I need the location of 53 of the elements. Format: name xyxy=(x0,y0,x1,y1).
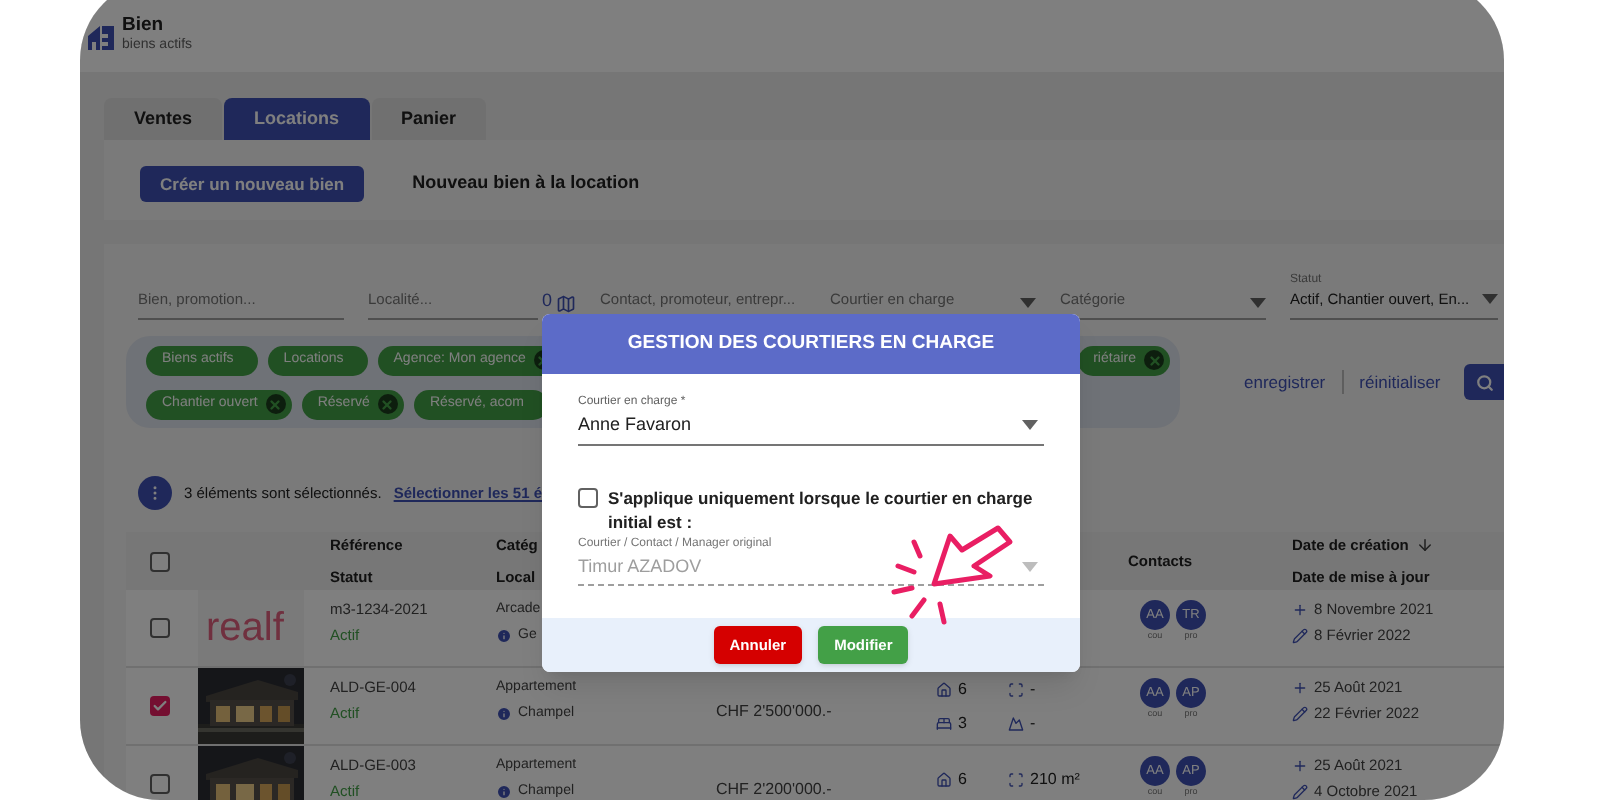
map-count: 0 xyxy=(542,287,553,313)
remove-icon[interactable] xyxy=(1144,350,1164,370)
info-icon[interactable] xyxy=(496,628,512,644)
filter-action-link[interactable]: enregistrer xyxy=(1228,369,1342,395)
caret-icon xyxy=(1022,420,1038,431)
page-title: Bien xyxy=(122,14,166,37)
logo-text: realf xyxy=(204,608,284,648)
feature-value: 6 xyxy=(958,677,967,701)
tab[interactable]: Panier xyxy=(371,98,487,140)
plus-icon xyxy=(1292,602,1308,618)
area-icon xyxy=(1008,681,1024,697)
search-icon xyxy=(1476,373,1495,391)
price-text: CHF 2'200'000.- xyxy=(716,780,832,798)
caret-icon xyxy=(1020,298,1037,308)
checkbox[interactable] xyxy=(150,618,170,638)
checkbox[interactable] xyxy=(150,551,170,571)
area-icon xyxy=(1008,771,1024,787)
pencil-icon xyxy=(1292,628,1308,644)
pencil-icon xyxy=(1292,784,1308,800)
house-icon xyxy=(936,771,952,787)
checkbox[interactable] xyxy=(150,774,170,794)
map-icon[interactable] xyxy=(556,294,577,314)
feature-value: - xyxy=(1030,711,1036,735)
create-button[interactable]: Créer un nouveau bien xyxy=(140,166,365,202)
checkbox[interactable] xyxy=(150,696,170,716)
tab[interactable]: Ventes xyxy=(104,98,223,140)
plus-icon xyxy=(1292,758,1308,774)
feature-value: 3 xyxy=(958,711,967,735)
more-button[interactable] xyxy=(138,476,172,510)
sort-arrow-icon[interactable] xyxy=(1416,536,1435,555)
info-icon[interactable] xyxy=(496,784,512,800)
feature-value: 210 m² xyxy=(1030,767,1080,791)
feature-value: - xyxy=(1030,677,1036,701)
info-icon[interactable] xyxy=(496,706,512,722)
caret-icon xyxy=(1250,298,1267,308)
house-logo-icon xyxy=(88,23,114,49)
tab[interactable]: Locations xyxy=(224,98,370,140)
feature-value: 6 xyxy=(958,767,967,791)
remove-icon[interactable] xyxy=(265,394,286,414)
checkbox[interactable] xyxy=(578,487,598,507)
dialog-title: GESTION DES COURTIERS EN CHARGE xyxy=(627,329,995,358)
pencil-icon xyxy=(1292,706,1308,722)
price-text: CHF 2'500'000.- xyxy=(716,702,832,720)
filter-action-link[interactable]: réinitialiser xyxy=(1341,369,1457,395)
remove-icon[interactable] xyxy=(377,394,398,414)
plus-icon xyxy=(1292,680,1308,696)
create-caption: Nouveau bien à la location xyxy=(412,170,640,196)
caret-icon xyxy=(1022,561,1038,572)
house-icon xyxy=(936,681,952,697)
bed-icon xyxy=(936,715,952,731)
condition-label: S'applique uniquement lorsque le courtier en charge initial est : xyxy=(608,485,1035,533)
mountain-icon xyxy=(1008,715,1024,731)
caret-icon xyxy=(1482,294,1499,304)
